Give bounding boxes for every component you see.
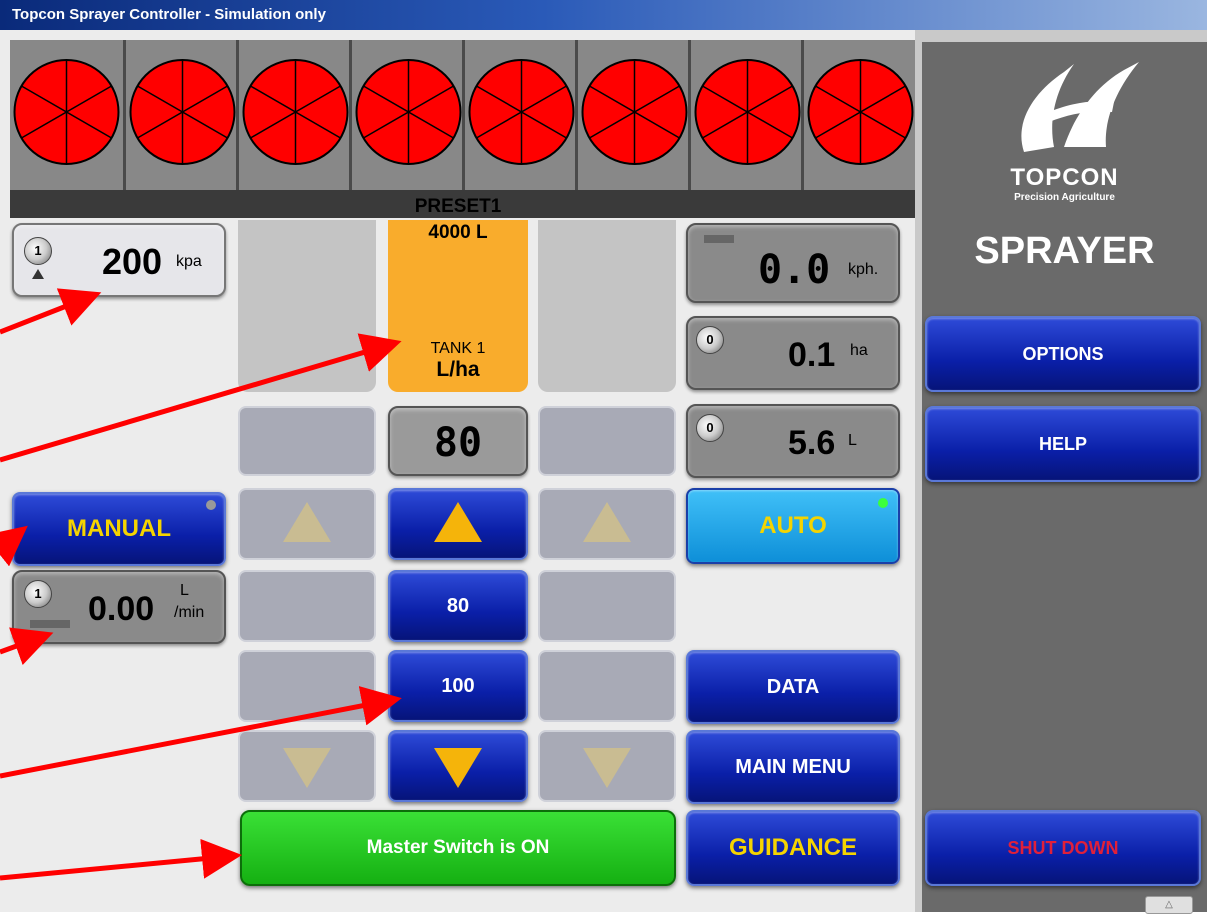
options-button[interactable]: OPTIONS <box>925 316 1201 392</box>
rate-slot-left <box>238 406 376 476</box>
rate-value: 80 <box>433 420 483 466</box>
flow-status-bar <box>30 620 70 628</box>
manual-label: MANUAL <box>67 515 171 542</box>
boom-section-valve[interactable] <box>236 40 349 190</box>
rate-down-left-button[interactable] <box>238 730 376 802</box>
data-label: DATA <box>766 676 820 698</box>
main-menu-button[interactable]: MAIN MENU <box>686 730 900 804</box>
preset-slot-left-2 <box>238 570 376 642</box>
volume-value: 5.6 <box>788 424 836 462</box>
up-arrow-icon <box>283 502 331 542</box>
boom-section-valve[interactable] <box>123 40 236 190</box>
boom-section-valve[interactable] <box>462 40 575 190</box>
flow-readout[interactable]: 1 0.00 L /min <box>12 570 226 644</box>
auto-status-led <box>878 498 888 508</box>
boom-section-valve[interactable] <box>349 40 462 190</box>
valve-icon <box>807 59 914 165</box>
up-arrow-icon <box>583 502 631 542</box>
shutdown-label: SHUT DOWN <box>1007 838 1119 858</box>
up-arrow-icon <box>434 502 482 542</box>
manual-status-led <box>206 500 216 510</box>
pressure-knob: 1 <box>24 237 52 265</box>
speed-readout[interactable]: 0.0 kph. <box>686 223 900 303</box>
window-title: Topcon Sprayer Controller - Simulation o… <box>0 0 1207 30</box>
preset-100-label: 100 <box>441 675 475 697</box>
valve-icon <box>13 59 120 165</box>
main-menu-label: MAIN MENU <box>735 756 851 778</box>
valve-icon <box>581 59 688 165</box>
module-title: SPRAYER <box>974 230 1155 272</box>
master-switch-button[interactable]: Master Switch is ON <box>240 810 676 886</box>
brand-subtitle: Precision Agriculture <box>1014 192 1115 203</box>
master-switch-label: Master Switch is ON <box>366 837 550 858</box>
area-readout[interactable]: 0 0.1 ha <box>686 316 900 390</box>
manual-button[interactable]: MANUAL <box>12 492 226 566</box>
preset-80-label: 80 <box>446 595 470 617</box>
guidance-label: GUIDANCE <box>728 834 857 861</box>
rate-up-left-button[interactable] <box>238 488 376 560</box>
topcon-logo-icon <box>1021 62 1139 152</box>
speed-status-bar <box>704 235 734 243</box>
rate-unit: L/ha <box>436 358 480 381</box>
preset-slot-left <box>238 220 376 392</box>
valve-icon <box>468 59 575 165</box>
down-arrow-icon <box>434 748 482 788</box>
speed-unit: kph. <box>848 261 879 278</box>
help-button[interactable]: HELP <box>925 406 1201 482</box>
flow-knob: 1 <box>24 580 52 608</box>
down-arrow-icon <box>283 748 331 788</box>
auto-button[interactable]: AUTO <box>686 488 900 564</box>
boom-section-valve[interactable] <box>801 40 914 190</box>
data-button[interactable]: DATA <box>686 650 900 724</box>
area-knob: 0 <box>696 326 724 354</box>
pressure-alarm-icon <box>32 269 44 279</box>
area-unit: ha <box>850 342 868 359</box>
help-label: HELP <box>1038 434 1087 454</box>
brand-name: TOPCON <box>1010 164 1119 191</box>
tank-label: TANK 1 <box>430 340 486 357</box>
down-arrow-icon <box>583 748 631 788</box>
boom-section-valves <box>10 40 915 218</box>
options-label: OPTIONS <box>1022 344 1104 364</box>
auto-label: AUTO <box>759 512 827 539</box>
preset-slot-right-2 <box>538 570 676 642</box>
boom-section-valve[interactable] <box>688 40 801 190</box>
flow-value: 0.00 <box>88 590 155 628</box>
rate-down-right-button[interactable] <box>538 730 676 802</box>
guidance-button[interactable]: GUIDANCE <box>686 810 900 886</box>
flow-unit-bottom: /min <box>174 604 205 621</box>
valve-icon <box>355 59 462 165</box>
preset-100-button[interactable]: 100 <box>388 650 528 722</box>
boom-section-valve[interactable] <box>10 40 123 190</box>
rate-target[interactable]: 80 <box>388 406 528 476</box>
scroll-up-button[interactable]: △ <box>1145 896 1193 914</box>
preset-slot-left-3 <box>238 650 376 722</box>
preset-tank-tile[interactable]: 4000 L TANK 1 L/ha <box>388 220 528 392</box>
preset-80-button[interactable]: 80 <box>388 570 528 642</box>
valve-icon <box>129 59 236 165</box>
valve-icon <box>694 59 801 165</box>
preset-volume: 4000 L <box>428 222 488 243</box>
valve-icon <box>242 59 349 165</box>
rate-up-button[interactable] <box>388 488 528 560</box>
rate-slot-right <box>538 406 676 476</box>
volume-knob: 0 <box>696 414 724 442</box>
preset-slot-right <box>538 220 676 392</box>
speed-value: 0.0 <box>758 247 831 293</box>
preset-slot-right-3 <box>538 650 676 722</box>
boom-section-valve[interactable] <box>575 40 688 190</box>
shutdown-button[interactable]: SHUT DOWN <box>925 810 1201 886</box>
pressure-readout[interactable]: 1 200 kpa <box>12 223 226 297</box>
flow-unit-top: L <box>180 582 189 599</box>
pressure-unit: kpa <box>176 253 202 270</box>
volume-readout[interactable]: 0 5.6 L <box>686 404 900 478</box>
volume-unit: L <box>848 432 857 449</box>
area-value: 0.1 <box>788 336 836 374</box>
sidebar: TOPCON Precision Agriculture SPRAYER OPT… <box>915 30 1207 914</box>
rate-down-button[interactable] <box>388 730 528 802</box>
pressure-value: 200 <box>102 241 163 282</box>
rate-up-right-button[interactable] <box>538 488 676 560</box>
